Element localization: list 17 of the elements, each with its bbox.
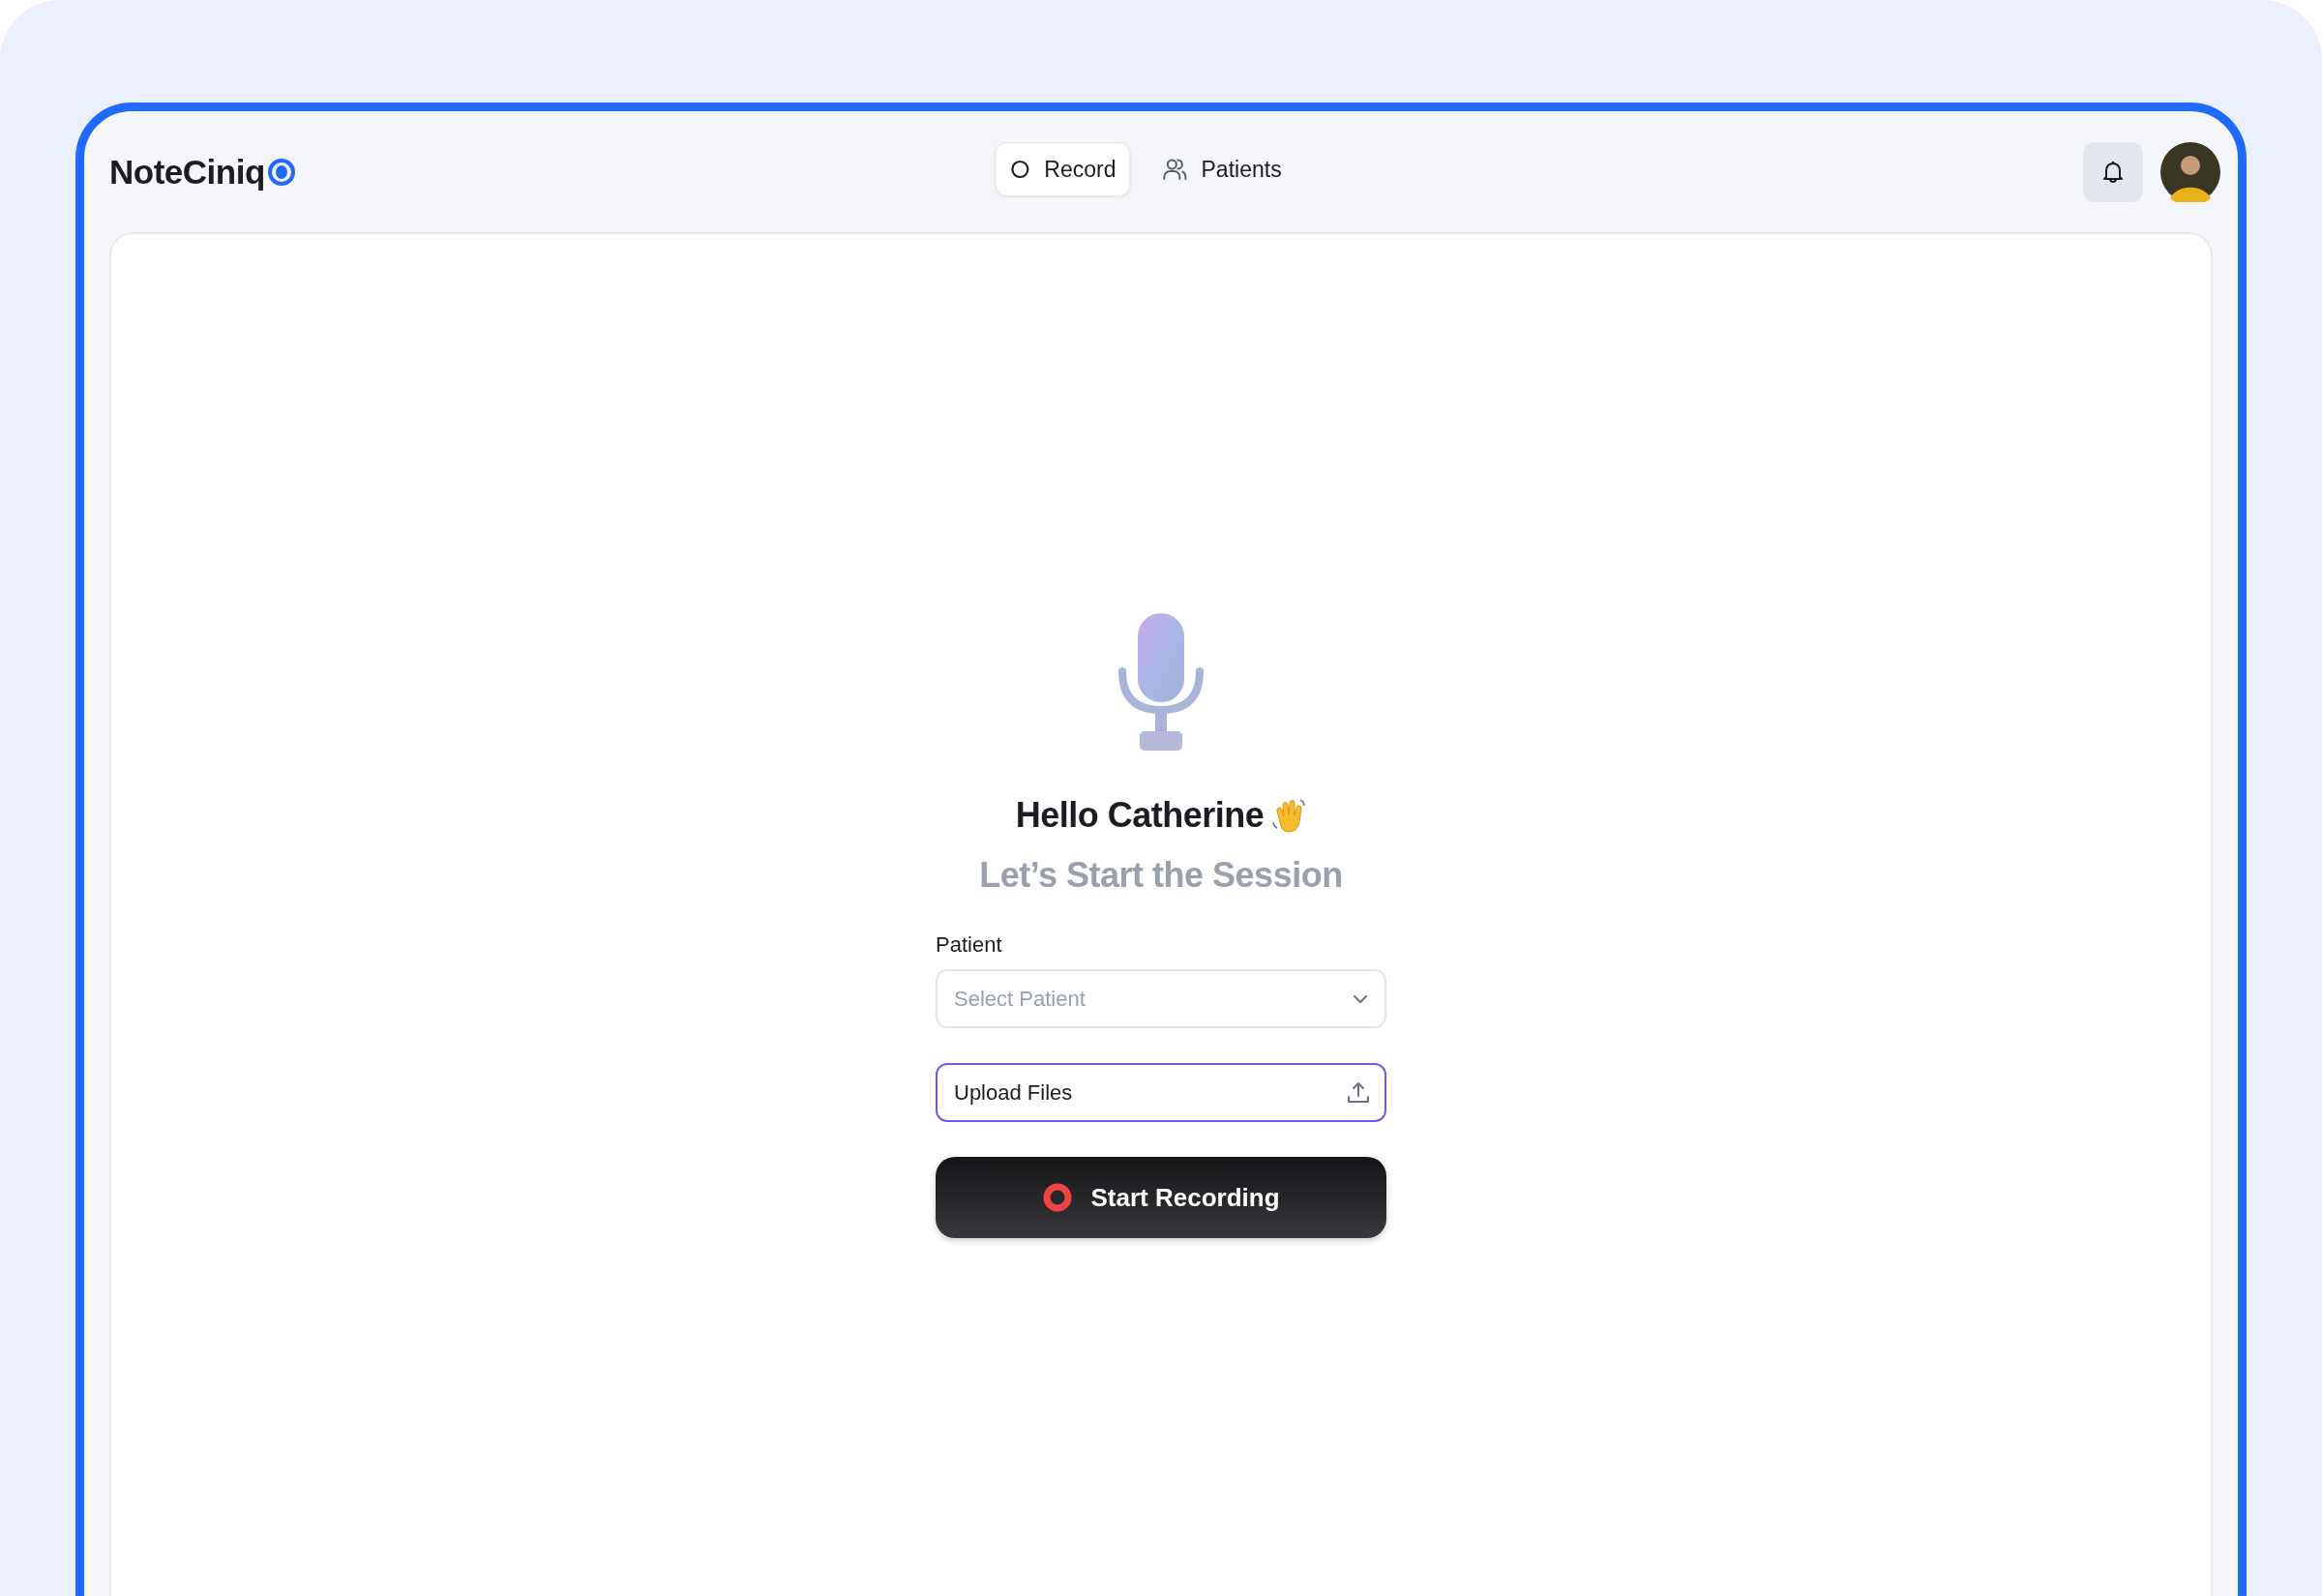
field-label: Patient	[936, 932, 1003, 958]
nav-tab[interactable]: Record	[995, 142, 1131, 196]
logo-text: NoteCiniq	[109, 152, 265, 192]
start-recording-button[interactable]: Start Recording	[936, 1157, 1386, 1238]
upload-icon	[1346, 1079, 1371, 1106]
circle-icon	[1009, 159, 1031, 180]
logo-mark-icon	[266, 157, 296, 187]
record-icon	[1042, 1182, 1074, 1213]
greeting-heading: Hello Catherine	[1015, 795, 1265, 836]
notifications-button[interactable]	[2083, 141, 2143, 202]
nav-tab[interactable]: Patients	[1147, 142, 1296, 196]
users-icon	[1162, 157, 1188, 182]
patient-select[interactable]: Select Patient	[936, 969, 1386, 1028]
session-subtitle: Let’s Start the Session	[979, 855, 1343, 896]
avatar-icon[interactable]	[2160, 141, 2220, 202]
upload-field[interactable]: Upload Files	[936, 1063, 1386, 1122]
waving-hand-icon	[1271, 797, 1307, 834]
